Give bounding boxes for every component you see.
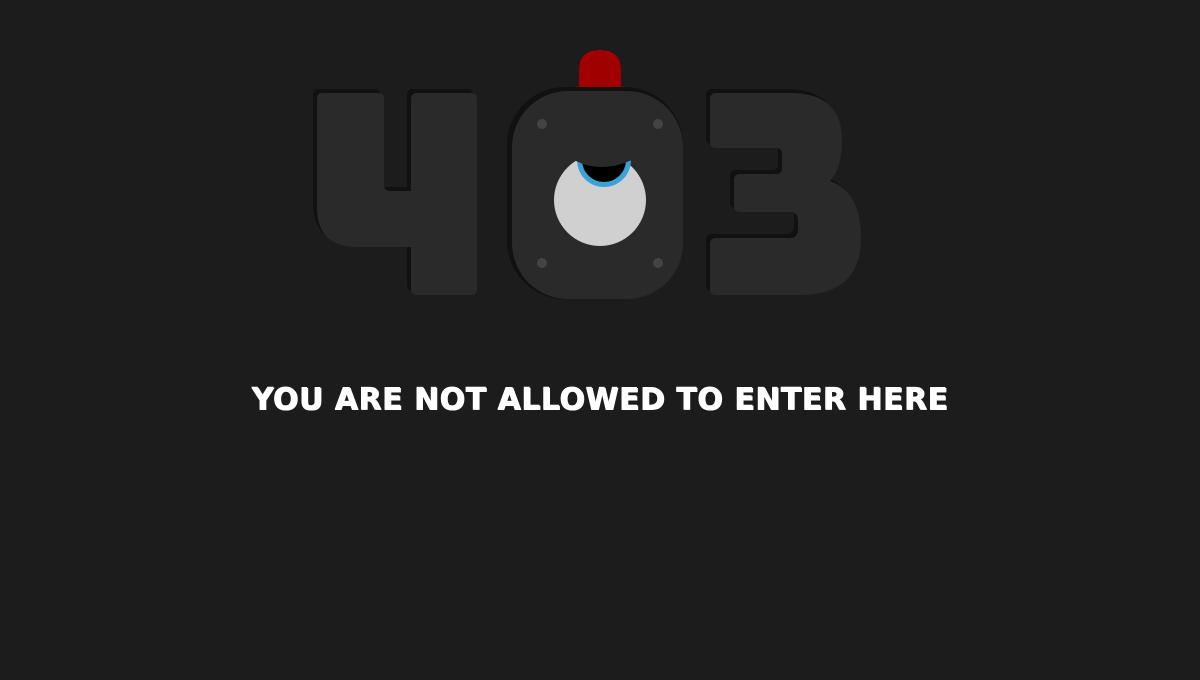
screw-top-left xyxy=(537,119,547,129)
digit-three xyxy=(706,89,861,295)
screw-bottom-right xyxy=(653,258,663,268)
robot-watchman-icon xyxy=(507,87,683,299)
alarm-light-icon xyxy=(579,50,621,92)
digit-four xyxy=(313,89,477,295)
screw-bottom-left xyxy=(537,258,547,268)
error-page: 403 xyxy=(0,0,1200,680)
screw-top-right xyxy=(653,119,663,129)
error-message: YOU ARE NOT ALLOWED TO ENTER HERE xyxy=(251,382,949,417)
error-code-graphic xyxy=(313,50,861,299)
